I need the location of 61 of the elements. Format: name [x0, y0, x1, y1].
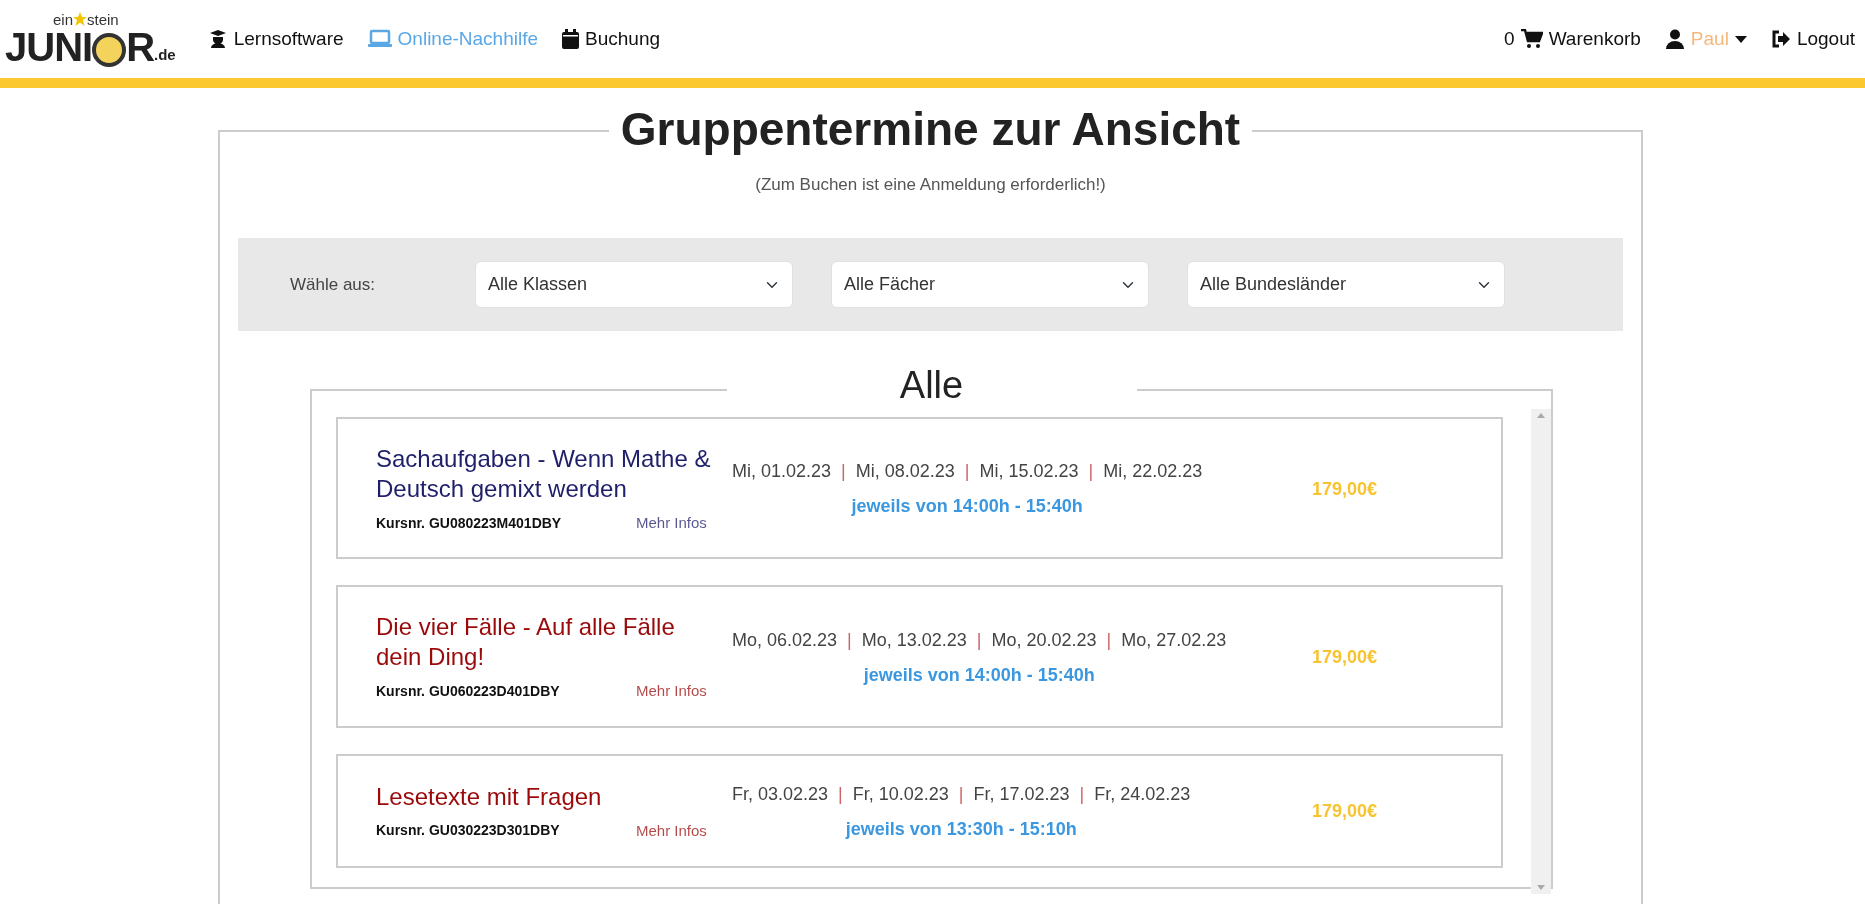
scrollbar[interactable]	[1531, 408, 1551, 894]
dropdown-field[interactable]: Alle Bundesländer	[1187, 261, 1505, 309]
course-number: Kursnr. GU030223D301DBY	[376, 821, 561, 841]
course-number: Kursnr. GU060223D401DBY	[376, 682, 561, 702]
laptop-icon	[367, 29, 392, 49]
calendar-icon	[562, 29, 580, 49]
filter-label: Wähle aus:	[290, 274, 377, 297]
course-date: Mo, 13.02.23	[861, 628, 967, 652]
dropdown-field[interactable]: Alle Klassen	[475, 261, 793, 309]
date-separator: |	[1106, 628, 1112, 652]
logout-icon	[1770, 30, 1791, 48]
date-separator: |	[1088, 460, 1094, 484]
course-title: Sachaufgaben - Wenn Mathe & Deutsch gemixt werden	[376, 443, 712, 504]
course-price: 179,00€	[1311, 647, 1377, 668]
course-date: Mo, 27.02.23	[1121, 628, 1227, 652]
date-separator: |	[847, 628, 852, 652]
page-subtitle: (Zum Buchen ist eine Anmeldung erforderlich!)	[755, 173, 1106, 196]
scroll-up-icon[interactable]	[1537, 412, 1545, 418]
course-price: 179,00€	[1311, 478, 1377, 499]
logo-text: stein	[87, 11, 119, 27]
course-price: 179,00€	[1311, 801, 1377, 822]
logo-text: JUNI	[5, 26, 93, 67]
course-title: Die vier Fälle - Auf alle Fälle dein Ding!	[376, 612, 676, 673]
star-icon	[73, 12, 88, 26]
more-info-link[interactable]: Mehr Infos	[636, 511, 707, 535]
course-time: jeweils von 14:00h - 15:40h	[851, 495, 1083, 519]
course-date: Mi, 22.02.23	[1103, 460, 1203, 484]
logout-link[interactable]: Logout	[1770, 24, 1855, 54]
course-date: Mi, 15.02.23	[979, 460, 1079, 484]
logo-text: R	[126, 26, 155, 67]
cart-link[interactable]: 0 Warenkorb	[1504, 24, 1641, 54]
course-date: Mi, 08.02.23	[855, 460, 955, 484]
date-separator: |	[964, 460, 970, 484]
course-date: Fr, 17.02.23	[973, 782, 1070, 806]
date-separator: |	[958, 782, 964, 806]
course-number: Kursnr. GU080223M401DBY	[376, 513, 563, 533]
course-date: Fr, 10.02.23	[852, 782, 949, 806]
date-separator: |	[976, 628, 982, 652]
course-date: Mi, 01.02.23	[732, 460, 832, 484]
logo-text: .de	[154, 46, 176, 65]
course-time: jeweils von 14:00h - 15:40h	[863, 663, 1095, 687]
course-time: jeweils von 13:30h - 15:10h	[845, 817, 1077, 841]
more-info-link[interactable]: Mehr Infos	[636, 680, 707, 703]
caret-icon	[1734, 35, 1747, 43]
scroll-down-icon[interactable]	[1537, 884, 1545, 890]
course-date: Mo, 06.02.23	[732, 628, 838, 652]
date-separator: |	[841, 460, 846, 484]
avatar-circle	[92, 32, 127, 67]
course-date: Fr, 24.02.23	[1094, 782, 1191, 806]
course-date: Fr, 03.02.23	[732, 782, 829, 806]
course-date: Mo, 20.02.23	[991, 628, 1097, 652]
course-title: Lesetexte mit Fragen	[376, 781, 603, 812]
dropdown-field[interactable]: Alle Fächer	[831, 261, 1149, 309]
cart-icon	[1520, 29, 1543, 49]
user-icon	[1664, 29, 1685, 49]
more-info-link[interactable]: Mehr Infos	[636, 819, 707, 843]
nav-link[interactable]: Lernsoftware	[207, 24, 344, 54]
logo-text: ein	[53, 11, 74, 27]
date-separator: |	[838, 782, 843, 806]
nav-link[interactable]: Buchung	[562, 24, 661, 54]
date-separator: |	[1079, 782, 1085, 806]
